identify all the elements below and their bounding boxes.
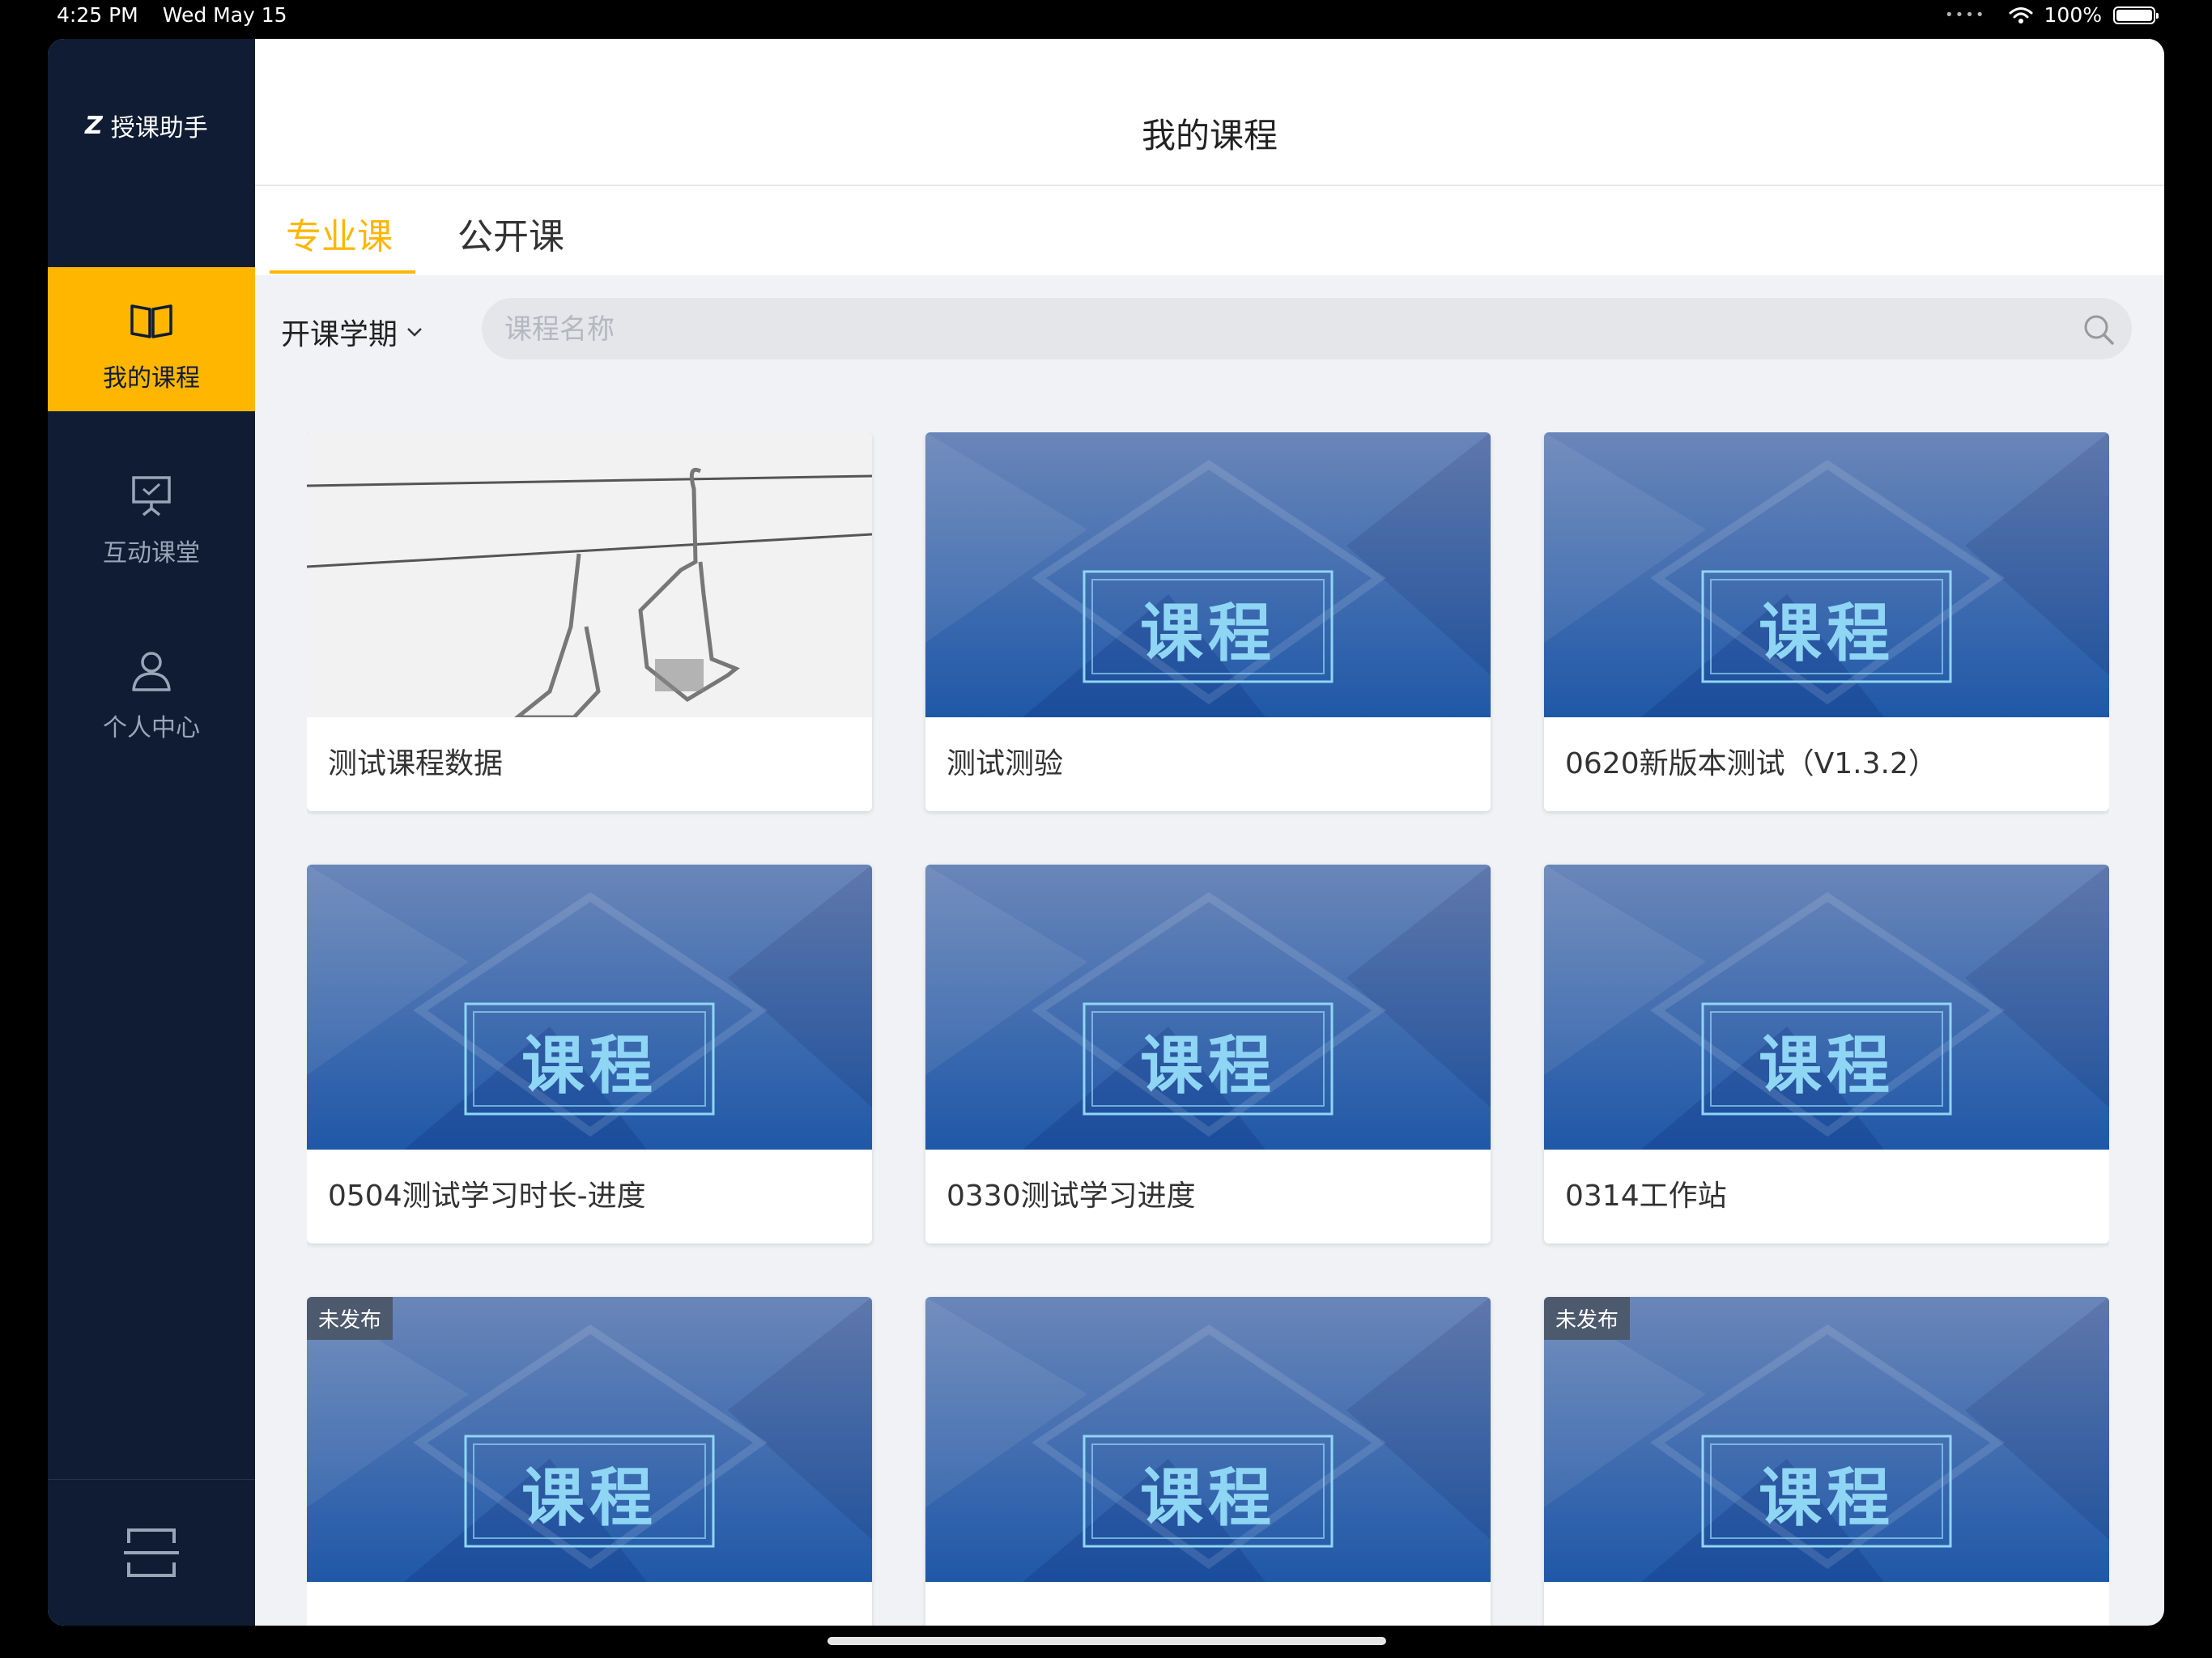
status-bar: 4:25 PM Wed May 15 •••• 100% — [0, 0, 2212, 37]
battery-percent: 100% — [2044, 3, 2102, 27]
course-title: 测试课程数据 — [328, 747, 504, 780]
course-cover-image — [925, 432, 1491, 717]
cover-label: 课程 — [521, 1461, 657, 1535]
sidebar-item-interactive-class[interactable]: 互动课堂 — [48, 442, 255, 586]
unpublished-badge: 未发布 — [1544, 1297, 1631, 1340]
tab-professional-courses[interactable]: 专业课 — [286, 207, 393, 275]
cover-label: 课程 — [521, 1029, 657, 1103]
page-title: 我的课程 — [1141, 116, 1278, 155]
course-cover-image — [1544, 865, 2109, 1150]
main-content: 我的课程 专业课 公开课 开课学期 课程名称 测试课程数据 课程 测试测验 课程… — [255, 39, 2164, 1626]
search-icon[interactable] — [2082, 312, 2116, 346]
course-title: 0330测试学习进度 — [946, 1180, 1196, 1213]
app-window: Z 授课助手 我的课程 互动课堂 个人中心 我的课程 专业课 公开课 开课学期 … — [48, 39, 2164, 1626]
presentation-icon — [132, 476, 171, 517]
semester-filter-label: 开课学期 — [281, 318, 398, 351]
scan-icon[interactable] — [124, 1525, 179, 1580]
cover-label: 课程 — [1758, 1461, 1895, 1535]
book-icon — [130, 304, 172, 338]
semester-filter-dropdown[interactable]: 开课学期 — [281, 311, 423, 353]
sidebar-item-personal-center[interactable]: 个人中心 — [48, 617, 255, 761]
course-card[interactable]: 课程 0504测试学习时长-进度 — [307, 865, 872, 1244]
course-card[interactable]: 课程 未发布 — [1544, 1297, 2109, 1626]
course-cover-image — [925, 1297, 1491, 1582]
course-search-input[interactable] — [503, 298, 2044, 361]
course-title: 0314工作站 — [1565, 1180, 1727, 1213]
cover-label: 课程 — [1139, 1029, 1276, 1103]
course-cover-image — [307, 865, 872, 1150]
sidebar-item-my-courses[interactable]: 我的课程 — [48, 267, 255, 411]
sidebar-item-label: 互动课堂 — [103, 539, 200, 568]
logo-mark-icon: Z — [85, 111, 103, 140]
tab-open-courses[interactable]: 公开课 — [457, 207, 564, 275]
course-title: 0620新版本测试（V1.3.2） — [1565, 747, 1938, 780]
active-tab-indicator — [270, 270, 415, 274]
course-title: 测试测验 — [946, 747, 1064, 780]
course-card[interactable]: 课程测试测验 — [925, 432, 1491, 811]
course-cover-image — [307, 432, 872, 717]
cover-label: 课程 — [1139, 1461, 1276, 1535]
person-icon — [132, 652, 171, 691]
chevron-down-icon — [407, 328, 422, 337]
course-card[interactable]: 课程 0620新版本测试（V1.3.2） — [1544, 432, 2109, 811]
search-bar[interactable] — [482, 298, 2132, 361]
course-card[interactable]: 课程 — [925, 1297, 1491, 1626]
course-grid: 测试课程数据 课程 测试测验 课程 0620新版本测试（V1.3.2） 课程 0… — [307, 432, 2109, 1626]
course-card[interactable]: 测试课程数据 — [307, 432, 872, 811]
battery-icon — [2113, 6, 2159, 24]
multitask-dots-icon: •••• — [1945, 6, 1986, 23]
status-indicators: •••• 100% — [1945, 3, 2159, 27]
unpublished-badge: 未发布 — [307, 1297, 393, 1340]
course-card[interactable]: 课程 0330测试学习进度 — [925, 865, 1491, 1244]
sidebar-item-label: 个人中心 — [103, 714, 200, 742]
course-card[interactable]: 课程 未发布 — [307, 1297, 872, 1626]
course-title: 0504测试学习时长-进度 — [328, 1180, 646, 1213]
course-card[interactable]: 课程 0314工作站 — [1544, 865, 2109, 1244]
sidebar-bottom — [48, 1479, 255, 1626]
status-time-date: 4:25 PM Wed May 15 — [57, 3, 305, 27]
status-time: 4:25 PM — [57, 3, 138, 27]
wifi-icon — [2009, 6, 2033, 23]
header: 我的课程 — [255, 39, 2164, 186]
cover-label: 课程 — [1758, 1029, 1895, 1103]
course-cover-image — [1544, 432, 2109, 717]
home-indicator[interactable] — [827, 1637, 1386, 1645]
sidebar-item-label: 我的课程 — [103, 364, 200, 393]
course-cover-image — [925, 865, 1491, 1150]
tab-bar: 专业课 公开课 — [255, 186, 2164, 275]
cover-label: 课程 — [1758, 597, 1895, 670]
sidebar: Z 授课助手 我的课程 互动课堂 个人中心 — [48, 39, 255, 1626]
cover-label: 课程 — [1139, 597, 1276, 670]
app-logo: Z 授课助手 — [85, 108, 208, 143]
status-date: Wed May 15 — [162, 3, 287, 27]
app-name: 授课助手 — [110, 114, 208, 142]
